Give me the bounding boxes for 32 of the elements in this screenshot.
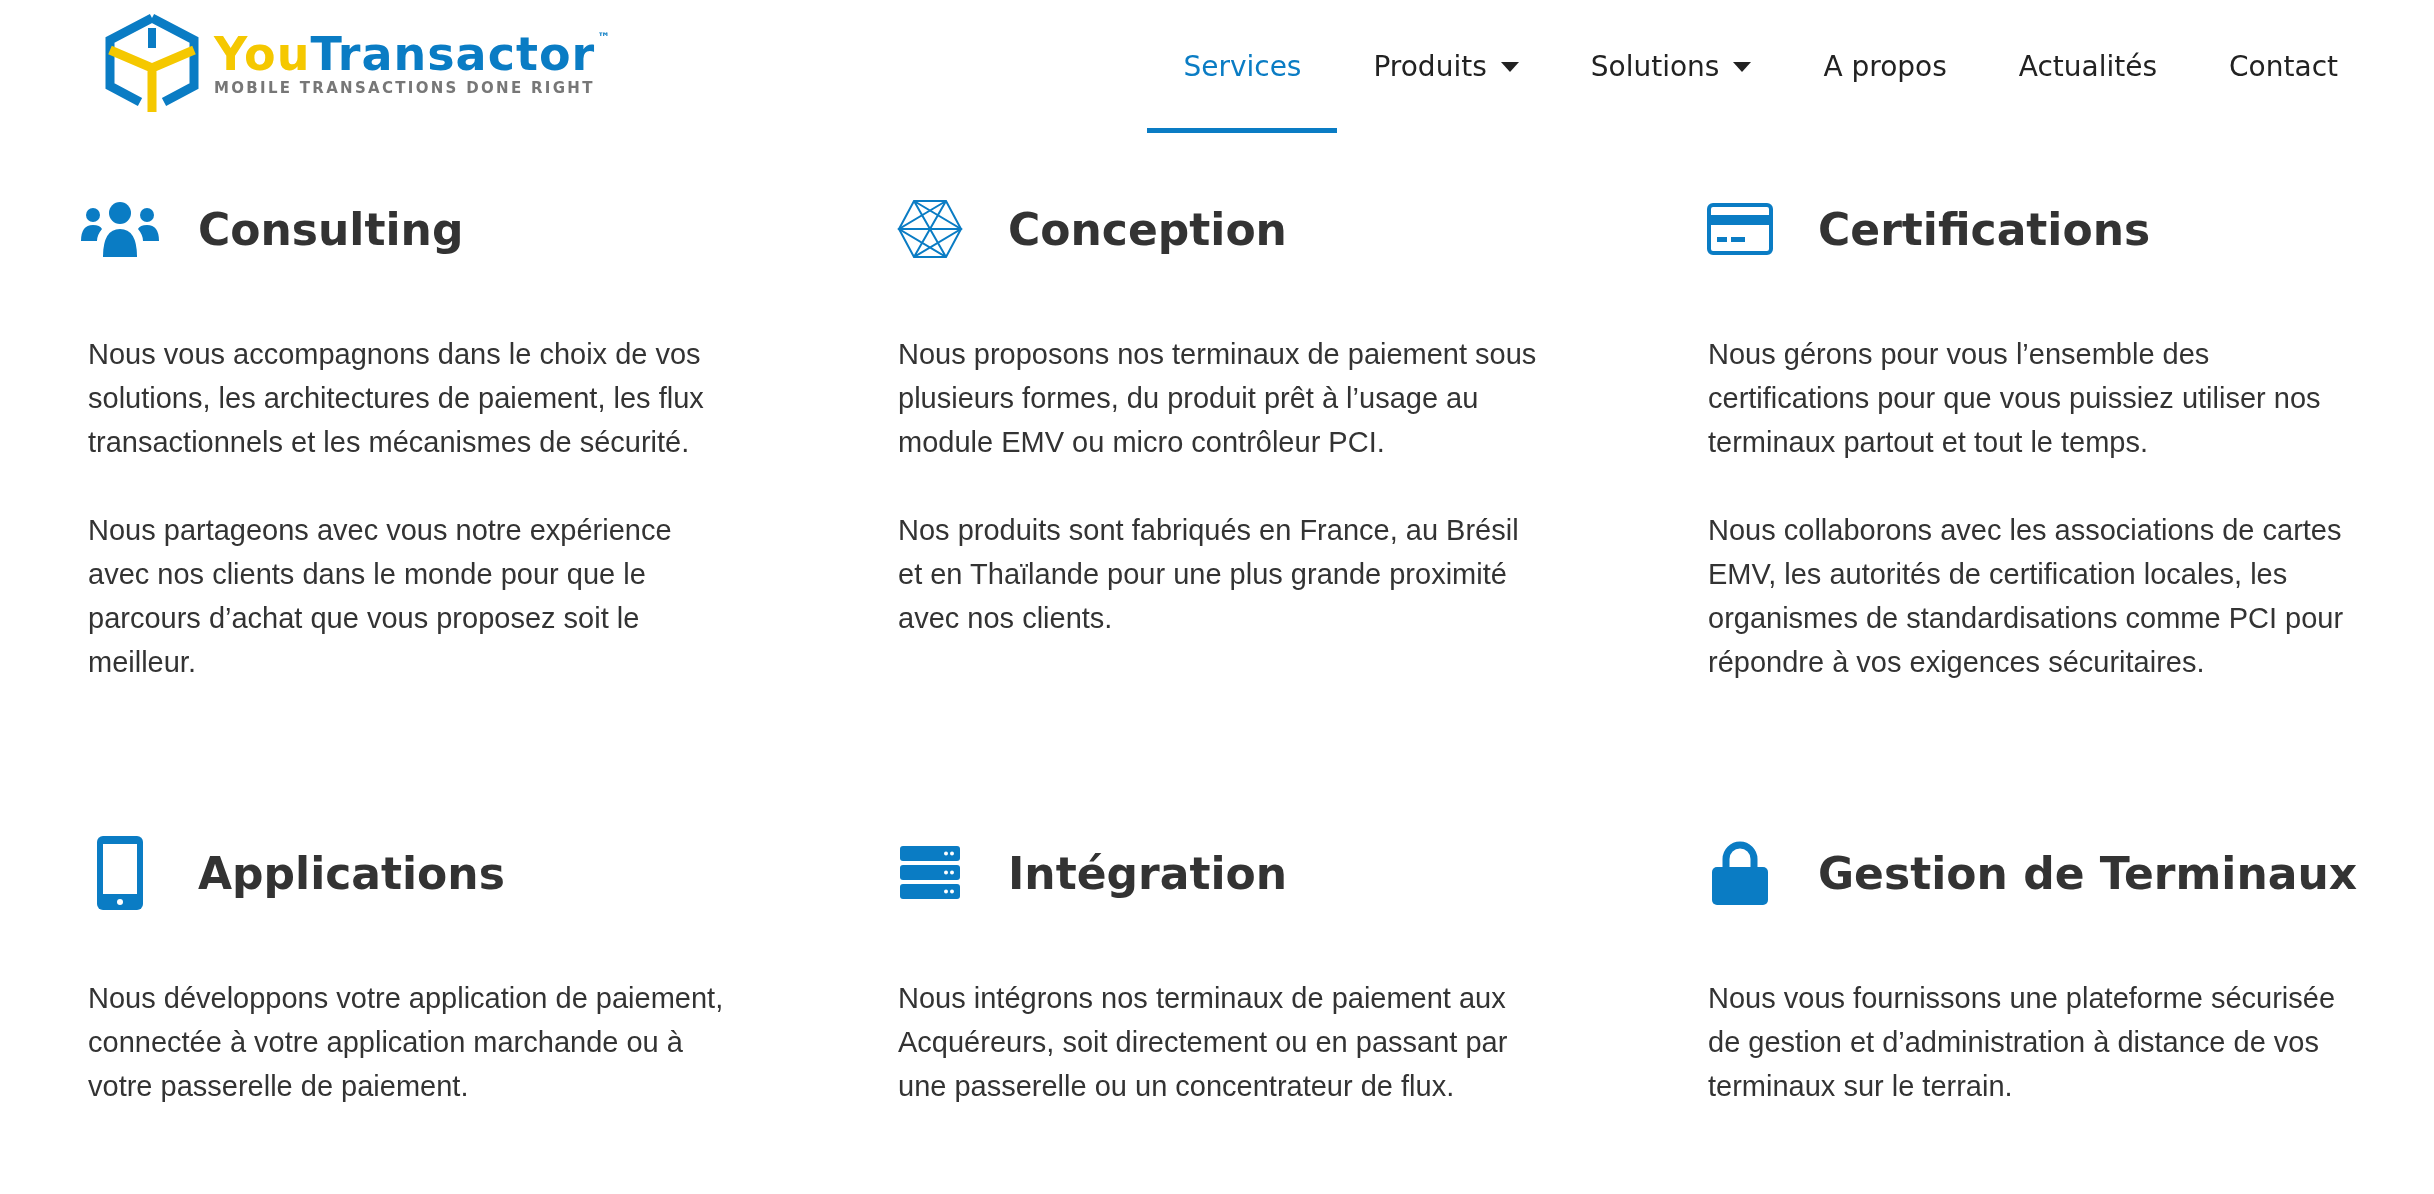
service-title: Consulting (198, 203, 464, 255)
logo-icon (104, 14, 200, 114)
service-title: Intégration (1008, 847, 1288, 899)
credit-card-icon (1707, 203, 1773, 255)
lock-icon (1712, 841, 1768, 905)
smartphone-icon (97, 836, 143, 910)
service-description: Nous intégrons nos terminaux de paiement aux Acquéreurs, soit directement ou en passant par une passerelle ou un concentrateur de flux. (898, 981, 1509, 1104)
nav-link[interactable]: Contact (2193, 0, 2374, 133)
caret-icon (1733, 61, 1752, 72)
nav-link[interactable]: Produits (1337, 0, 1555, 133)
service-title: Gestion de Terminaux (1818, 847, 2358, 899)
service-title: Applications (198, 847, 505, 899)
nav-link[interactable]: Actualités (1982, 0, 2194, 133)
service-description: Nous proposons nos terminaux de paiement sous plusieurs formes, du produit prêt à l’usage au module EMV ou micro contrôleur PCI. (898, 337, 1538, 460)
nav-link[interactable]: Services (1147, 0, 1338, 133)
nav-link[interactable]: Solutions (1554, 0, 1788, 133)
service-description: Nous vous accompagnons dans le choix de vos solutions, les architectures de paiement, les flux transactionnels et les mécanismes de sécurité. (88, 337, 705, 460)
caret-icon (1500, 61, 1519, 72)
service-description: Nous vous fournissons une plateforme sécurisée de gestion et d’administration à distance de vos terminaux sur le terrain. (1708, 981, 2337, 1104)
service-description: Nous développons votre application de paiement, connectée à votre application marchande ou à votre passerelle de paiement. (88, 981, 725, 1104)
hexagon-icon (897, 199, 963, 259)
logo-tagline: MOBILE TRANSACTIONS DONE RIGHT (214, 79, 596, 97)
server-stack-icon (900, 846, 960, 900)
service-description: Nos produits sont fabriqués en France, au Brésil et en Thaïlande pour une plus grande proximité avec nos clients. (898, 513, 1520, 636)
service-description: Nous collaborons avec les associations de cartes EMV, les autorités de certification locales, les organismes de standardisations comme PCI pour répondre à vos exigences sécuritaires. (1708, 513, 2345, 680)
service-title: Conception (1008, 203, 1287, 255)
service-title: Certifications (1818, 203, 2151, 255)
service-description: Nous partageons avec vous notre expérience avec nos clients dans le monde pour que le parcours d’achat que vous proposez soit le meilleur. (88, 513, 673, 680)
people-icon (81, 201, 159, 257)
service-description: Nous gérons pour vous l’ensemble des certifications pour que vous puissiez utiliser nos terminaux partout et tout le temps. (1708, 337, 2322, 460)
nav-link[interactable]: A propos (1787, 0, 1983, 133)
brand-name: YouTransactor™ (214, 31, 612, 77)
